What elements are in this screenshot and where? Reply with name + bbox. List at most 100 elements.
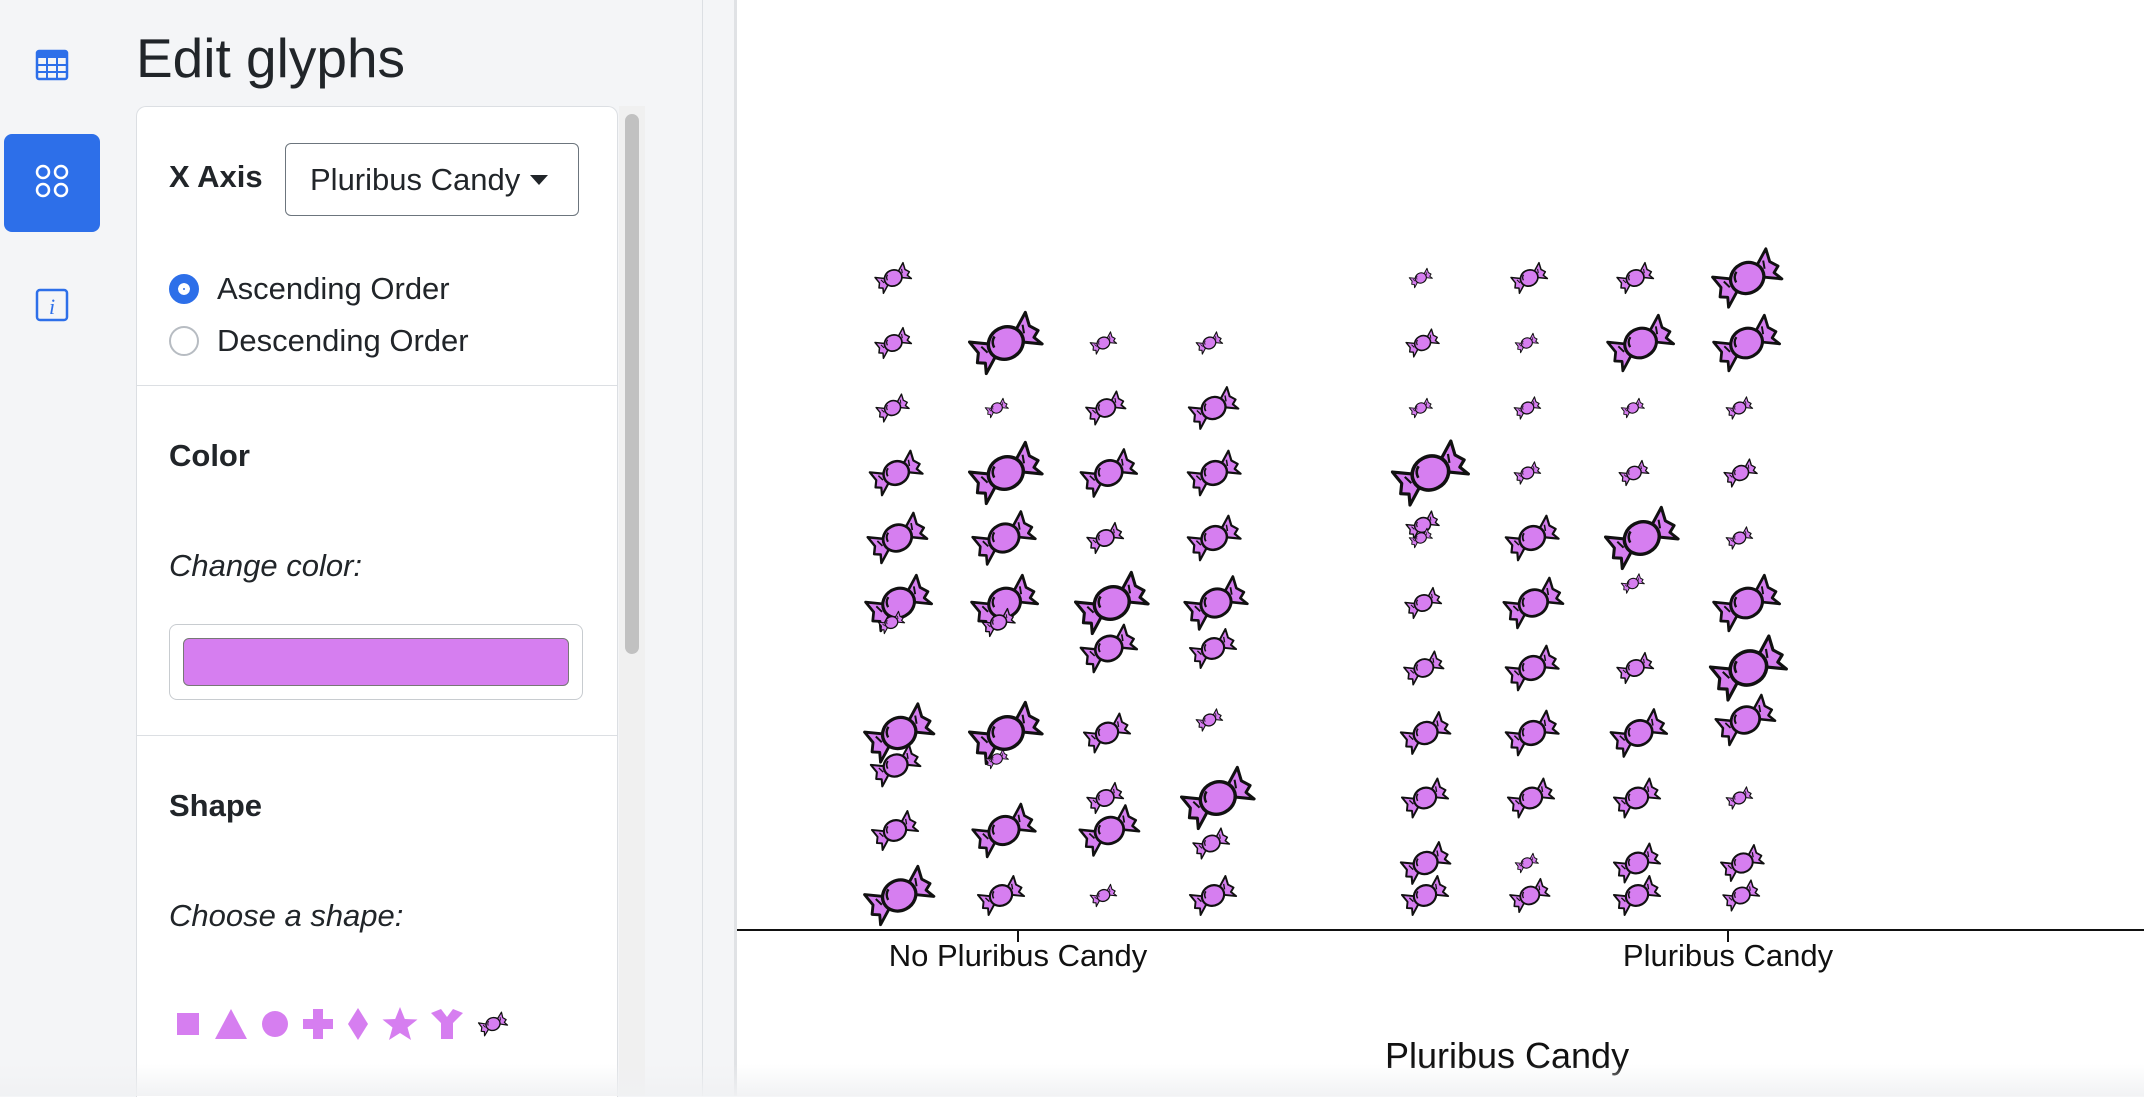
candy-glyph[interactable] — [1084, 781, 1126, 815]
descending-radio[interactable] — [169, 326, 199, 356]
candy-glyph[interactable] — [872, 326, 914, 360]
candy-glyph[interactable] — [1076, 802, 1143, 859]
ascending-order-option[interactable]: Ascending Order — [169, 271, 450, 307]
candy-glyph[interactable] — [1722, 457, 1759, 489]
candy-glyph[interactable] — [860, 863, 938, 928]
candy-glyph[interactable] — [965, 439, 1047, 507]
candy-glyph[interactable] — [1186, 385, 1242, 431]
candy-glyph[interactable] — [872, 261, 914, 295]
x-axis-section: X Axis Pluribus Candy Ascending Order De… — [137, 107, 617, 385]
circle-shape-icon[interactable] — [259, 1008, 291, 1040]
candy-glyph[interactable] — [1401, 649, 1446, 687]
candy-glyph[interactable] — [983, 397, 1010, 419]
diamond-shape-icon[interactable] — [345, 1006, 371, 1042]
candy-glyph[interactable] — [1388, 437, 1473, 509]
ascending-radio[interactable] — [169, 274, 199, 304]
candy-glyph[interactable] — [1184, 513, 1244, 563]
candy-glyph[interactable] — [1513, 332, 1540, 354]
candy-glyph[interactable] — [1187, 874, 1239, 917]
descending-order-option[interactable]: Descending Order — [169, 323, 469, 359]
candy-glyph[interactable] — [1614, 261, 1656, 295]
candy-glyph[interactable] — [1614, 651, 1656, 685]
candy-glyph[interactable] — [1077, 447, 1141, 499]
plus-shape-icon[interactable] — [301, 1007, 335, 1041]
candy-glyph[interactable] — [1512, 460, 1543, 486]
candy-glyph[interactable] — [1619, 572, 1646, 595]
candy-glyph[interactable] — [1611, 776, 1663, 820]
candy-glyph[interactable] — [1071, 569, 1153, 637]
candy-glyph[interactable] — [1611, 874, 1663, 917]
icon-sidebar: i — [0, 0, 105, 1096]
candy-glyph[interactable] — [1507, 877, 1552, 914]
candy-glyph[interactable] — [1181, 573, 1251, 633]
glyph-editor-button[interactable] — [4, 134, 100, 232]
candy-glyph[interactable] — [1718, 843, 1767, 883]
candy-glyph[interactable] — [1177, 764, 1259, 832]
shape-options — [173, 1006, 511, 1042]
candy-glyph[interactable] — [866, 448, 926, 498]
candy-glyph[interactable] — [1398, 710, 1454, 756]
table-view-button[interactable] — [4, 18, 100, 116]
candy-glyph[interactable] — [1190, 826, 1232, 861]
candy-glyph[interactable] — [1399, 874, 1451, 917]
candy-shape-icon[interactable] — [475, 1006, 511, 1042]
candy-glyph[interactable] — [1084, 521, 1126, 555]
candy-glyph[interactable] — [1404, 327, 1441, 359]
candy-glyph[interactable] — [1712, 692, 1779, 748]
candy-glyph[interactable] — [1619, 397, 1646, 419]
candy-glyph[interactable] — [1512, 395, 1543, 421]
candy-glyph[interactable] — [861, 572, 936, 634]
candy-glyph[interactable] — [1706, 632, 1791, 704]
candy-glyph[interactable] — [874, 392, 911, 424]
candy-glyph[interactable] — [1513, 852, 1540, 874]
color-picker[interactable] — [169, 624, 583, 700]
scrollbar-thumb[interactable] — [625, 114, 639, 654]
candy-glyph[interactable] — [1603, 312, 1678, 374]
candy-glyph[interactable] — [1081, 711, 1133, 755]
candy-glyph[interactable] — [1708, 245, 1786, 311]
candy-glyph[interactable] — [975, 874, 1027, 917]
candy-glyph[interactable] — [1617, 459, 1651, 487]
candy-glyph[interactable] — [969, 508, 1039, 568]
y-shape-icon[interactable] — [429, 1007, 465, 1041]
candy-glyph[interactable] — [1508, 261, 1550, 295]
candy-glyph[interactable] — [1607, 707, 1671, 759]
candy-glyph[interactable] — [969, 801, 1039, 860]
info-button[interactable]: i — [4, 258, 100, 356]
candy-glyph[interactable] — [1399, 776, 1451, 820]
candy-glyph[interactable] — [1502, 513, 1562, 563]
candy-glyph[interactable] — [1502, 708, 1562, 758]
candy-glyph[interactable] — [1407, 267, 1434, 289]
triangle-shape-icon[interactable] — [213, 1007, 249, 1041]
candy-glyph[interactable] — [1194, 707, 1225, 733]
candy-glyph[interactable] — [1398, 840, 1454, 886]
x-axis-dropdown[interactable]: Pluribus Candy — [285, 143, 579, 216]
candy-glyph[interactable] — [1720, 878, 1762, 913]
candy-glyph[interactable] — [1194, 330, 1225, 356]
candy-glyph[interactable] — [1709, 312, 1784, 374]
candy-glyph[interactable] — [869, 809, 921, 852]
candy-glyph[interactable] — [1724, 395, 1755, 421]
candy-glyph[interactable] — [1709, 572, 1784, 634]
star-shape-icon[interactable] — [381, 1006, 419, 1042]
candy-glyph[interactable] — [1505, 776, 1557, 820]
candy-glyph[interactable] — [1077, 622, 1141, 675]
candy-glyph[interactable] — [1724, 785, 1755, 811]
candy-glyph[interactable] — [864, 510, 931, 566]
candy-glyph[interactable] — [1402, 586, 1444, 620]
candy-glyph[interactable] — [1500, 575, 1567, 631]
candy-glyph[interactable] — [1724, 525, 1755, 551]
candy-glyph[interactable] — [1407, 397, 1434, 419]
color-swatch[interactable] — [183, 638, 569, 686]
square-shape-icon[interactable] — [173, 1009, 203, 1039]
candy-glyph[interactable] — [1502, 643, 1562, 693]
panel-scrollbar[interactable] — [619, 106, 645, 1096]
candy-glyph[interactable] — [1083, 389, 1128, 427]
candy-glyph[interactable] — [1187, 627, 1239, 670]
candy-glyph[interactable] — [1611, 841, 1663, 885]
candy-glyph[interactable] — [1601, 504, 1683, 572]
candy-glyph[interactable] — [1088, 330, 1119, 356]
candy-glyph[interactable] — [965, 309, 1047, 377]
candy-glyph[interactable] — [1088, 883, 1119, 908]
candy-glyph[interactable] — [1184, 448, 1244, 498]
